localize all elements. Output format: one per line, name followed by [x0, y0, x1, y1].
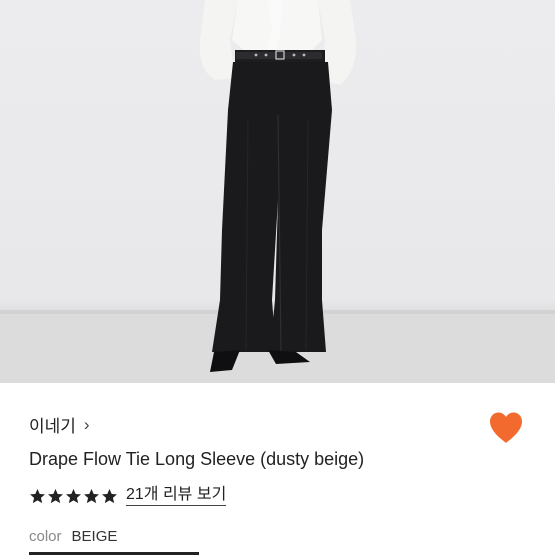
- product-photo-illustration: [0, 0, 555, 383]
- star-icon: [66, 488, 81, 503]
- product-photo[interactable]: [0, 0, 555, 383]
- brand-link[interactable]: 이네기 ›: [29, 413, 90, 436]
- star-icon: [48, 488, 63, 503]
- brand-name: 이네기: [29, 416, 76, 436]
- rating-row: 21개 리뷰 보기: [29, 486, 227, 506]
- star-icon: [30, 488, 45, 503]
- product-title: Drape Flow Tie Long Sleeve (dusty beige): [29, 449, 365, 469]
- product-info: 이네기 › Drape Flow Tie Long Sleeve (dusty …: [0, 383, 555, 555]
- rating-stars: [29, 488, 118, 505]
- heart-icon: [490, 412, 522, 443]
- star-icon: [102, 488, 117, 503]
- chevron-right-icon: ›: [83, 414, 90, 434]
- reviews-link[interactable]: 21개 리뷰 보기: [126, 486, 227, 506]
- color-option-value: BEIGE: [71, 528, 118, 545]
- color-option[interactable]: color BEIGE: [29, 528, 117, 545]
- star-icon: [84, 488, 99, 503]
- color-option-label: color: [29, 528, 62, 545]
- wishlist-button[interactable]: [487, 408, 525, 446]
